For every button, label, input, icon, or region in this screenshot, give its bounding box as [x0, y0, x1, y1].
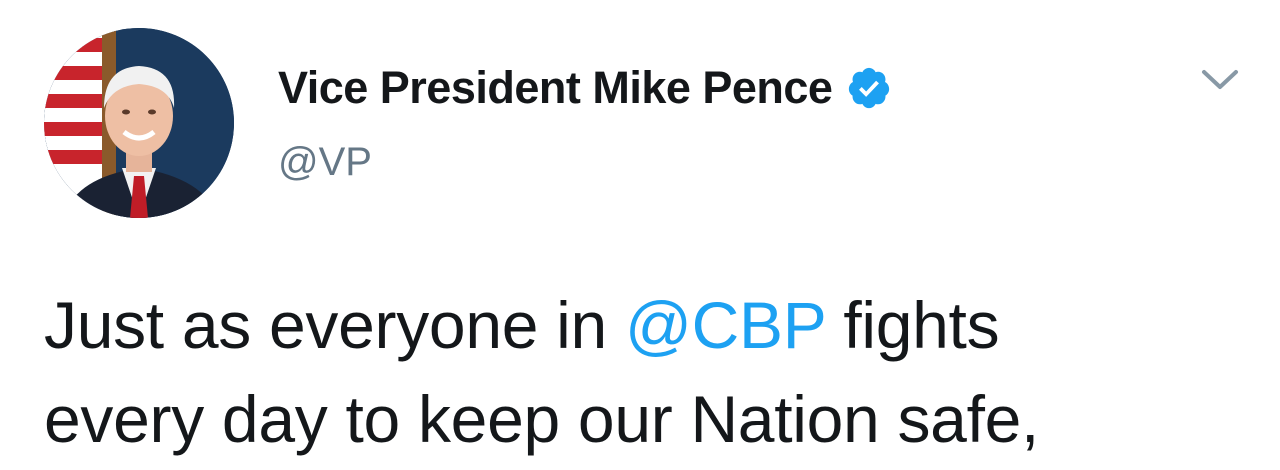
- tweet-body-line-1: Just as everyone in @CBP fights: [44, 278, 1244, 372]
- tweet-body-line-2: every day to keep our Nation safe,: [44, 382, 1040, 456]
- name-row: Vice President Mike Pence: [278, 58, 892, 118]
- display-name[interactable]: Vice President Mike Pence: [278, 62, 833, 114]
- mention-link[interactable]: @CBP: [625, 288, 826, 362]
- tweet-body: Just as everyone in @CBP fights every da…: [44, 278, 1244, 466]
- profile-photo-icon: [44, 28, 234, 218]
- tweet-menu-button[interactable]: [1196, 60, 1244, 100]
- verified-badge-icon: [846, 65, 892, 111]
- tweet-card: Vice President Mike Pence @VP Just as ev…: [0, 0, 1280, 470]
- tweet-text-segment: Just as everyone in: [44, 288, 625, 362]
- author-info: Vice President Mike Pence @VP: [278, 58, 892, 185]
- tweet-text-segment: fights: [825, 288, 1000, 362]
- avatar[interactable]: [44, 28, 234, 218]
- chevron-down-icon: [1202, 70, 1238, 89]
- user-handle[interactable]: @VP: [278, 140, 892, 185]
